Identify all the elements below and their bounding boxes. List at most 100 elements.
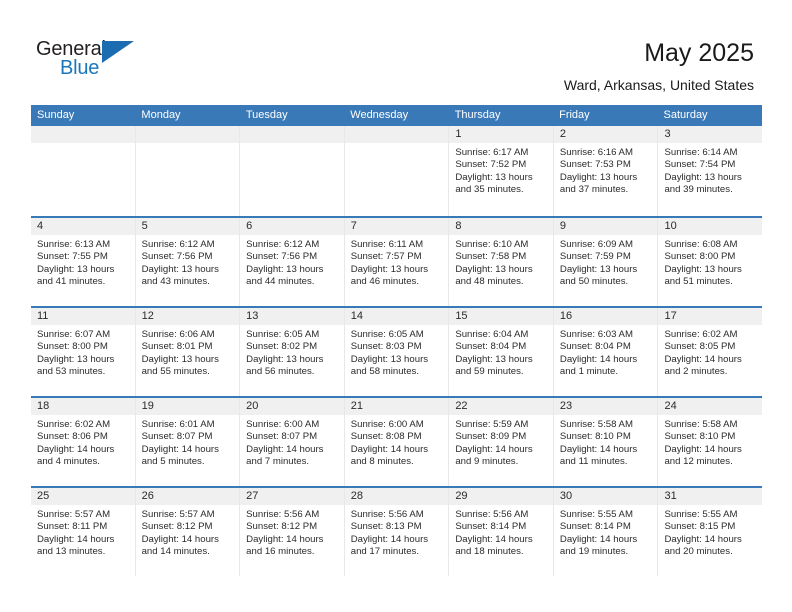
day-cell[interactable]: 19 Sunrise: 6:01 AM Sunset: 8:07 PM Dayligh… <box>135 398 241 486</box>
sunset-text: Sunset: 8:07 PM <box>246 431 318 443</box>
sunset-text: Sunset: 8:00 PM <box>37 341 108 353</box>
day-number: 3 <box>658 126 763 143</box>
day-details: Sunrise: 5:57 AM Sunset: 8:12 PM Daylight:… <box>136 505 240 558</box>
day-details: Sunrise: 6:00 AM Sunset: 8:08 PM Daylight:… <box>345 415 449 468</box>
triangle-icon <box>102 41 134 63</box>
day-cell[interactable]: 27 Sunrise: 5:56 AM Sunset: 8:12 PM Dayligh… <box>240 488 345 576</box>
day-cell[interactable]: 4 Sunrise: 6:13 AM Sunset: 7:55 PM Daylight… <box>31 218 136 306</box>
day-cell[interactable]: 28 Sunrise: 5:56 AM Sunset: 8:13 PM Dayligh… <box>344 488 450 576</box>
sunset-text: Sunset: 7:58 PM <box>455 251 527 263</box>
day-details: Sunrise: 6:05 AM Sunset: 8:02 PM Daylight:… <box>240 325 344 378</box>
day-details: Sunrise: 6:14 AM Sunset: 7:54 PM Daylight:… <box>658 143 762 196</box>
sunrise-text: Sunrise: 6:01 AM <box>141 419 215 430</box>
day-cell[interactable]: 31 Sunrise: 5:55 AM Sunset: 8:15 PM Dayligh… <box>658 488 763 576</box>
day-details: Sunrise: 6:12 AM Sunset: 7:56 PM Daylight:… <box>240 235 344 288</box>
daylight-text: Daylight: 14 hours and 20 minutes. <box>664 533 742 557</box>
sunrise-text: Sunrise: 5:55 AM <box>664 509 738 520</box>
sunset-text: Sunset: 8:02 PM <box>246 341 318 353</box>
day-cell[interactable]: 20 Sunrise: 6:00 AM Sunset: 8:07 PM Dayligh… <box>240 398 345 486</box>
sunrise-text: Sunrise: 5:58 AM <box>559 419 633 430</box>
sunrise-text: Sunrise: 6:13 AM <box>37 239 111 250</box>
day-cell[interactable]: 5 Sunrise: 6:12 AM Sunset: 7:56 PM Daylight… <box>135 218 241 306</box>
sunset-text: Sunset: 8:13 PM <box>350 521 422 533</box>
day-number <box>31 126 135 143</box>
day-details: Sunrise: 6:17 AM Sunset: 7:52 PM Daylight:… <box>449 143 553 196</box>
day-cell[interactable]: 6 Sunrise: 6:12 AM Sunset: 7:56 PM Daylight… <box>240 218 345 306</box>
daylight-text: Daylight: 14 hours and 16 minutes. <box>246 533 324 557</box>
sunset-text: Sunset: 8:09 PM <box>455 431 527 443</box>
day-cell[interactable]: 3 Sunrise: 6:14 AM Sunset: 7:54 PM Daylight… <box>658 126 763 216</box>
calendar-page: General Blue May 2025 Ward, Arkansas, Un… <box>0 0 792 612</box>
day-cell[interactable]: 30 Sunrise: 5:55 AM Sunset: 8:14 PM Dayligh… <box>553 488 659 576</box>
calendar-week-row: 25 Sunrise: 5:57 AM Sunset: 8:11 PM Dayligh… <box>31 486 763 576</box>
day-cell[interactable]: 22 Sunrise: 5:59 AM Sunset: 8:09 PM Dayligh… <box>449 398 554 486</box>
day-number: 17 <box>658 308 763 325</box>
sunset-text: Sunset: 8:10 PM <box>559 431 631 443</box>
day-number: 4 <box>31 218 135 235</box>
day-cell[interactable]: 17 Sunrise: 6:02 AM Sunset: 8:05 PM Dayligh… <box>658 308 763 396</box>
daylight-text: Daylight: 14 hours and 18 minutes. <box>455 533 533 557</box>
sunrise-text: Sunrise: 6:00 AM <box>350 419 424 430</box>
day-number: 22 <box>449 398 553 415</box>
sunset-text: Sunset: 8:06 PM <box>37 431 108 443</box>
sunset-text: Sunset: 8:03 PM <box>350 341 422 353</box>
day-cell[interactable]: 7 Sunrise: 6:11 AM Sunset: 7:57 PM Daylight… <box>344 218 450 306</box>
day-cell[interactable]: 16 Sunrise: 6:03 AM Sunset: 8:04 PM Dayligh… <box>553 308 659 396</box>
day-details: Sunrise: 5:58 AM Sunset: 8:10 PM Daylight:… <box>554 415 658 468</box>
day-cell[interactable]: 11 Sunrise: 6:07 AM Sunset: 8:00 PM Dayligh… <box>31 308 136 396</box>
day-cell[interactable]: 25 Sunrise: 5:57 AM Sunset: 8:11 PM Dayligh… <box>31 488 136 576</box>
day-cell[interactable]: 2 Sunrise: 6:16 AM Sunset: 7:53 PM Daylight… <box>553 126 659 216</box>
sunrise-text: Sunrise: 5:57 AM <box>141 509 215 520</box>
day-cell[interactable]: 13 Sunrise: 6:05 AM Sunset: 8:02 PM Dayligh… <box>240 308 345 396</box>
general-blue-logo[interactable]: General Blue <box>36 38 156 84</box>
day-details: Sunrise: 5:56 AM Sunset: 8:13 PM Daylight:… <box>345 505 449 558</box>
sunrise-text: Sunrise: 5:55 AM <box>559 509 633 520</box>
day-cell[interactable]: 18 Sunrise: 6:02 AM Sunset: 8:06 PM Dayligh… <box>31 398 136 486</box>
calendar-weeks: 1 Sunrise: 6:17 AM Sunset: 7:52 PM Daylight… <box>31 126 763 576</box>
day-cell[interactable]: 12 Sunrise: 6:06 AM Sunset: 8:01 PM Dayligh… <box>135 308 241 396</box>
daylight-text: Daylight: 13 hours and 37 minutes. <box>559 171 638 195</box>
day-cell[interactable]: 26 Sunrise: 5:57 AM Sunset: 8:12 PM Dayligh… <box>135 488 241 576</box>
day-number: 21 <box>344 398 449 415</box>
day-details: Sunrise: 5:55 AM Sunset: 8:15 PM Daylight:… <box>658 505 762 558</box>
day-details: Sunrise: 6:05 AM Sunset: 8:03 PM Daylight:… <box>345 325 449 378</box>
day-number: 8 <box>449 218 553 235</box>
day-cell-empty <box>31 126 136 216</box>
day-cell[interactable]: 21 Sunrise: 6:00 AM Sunset: 8:08 PM Dayligh… <box>344 398 450 486</box>
daylight-text: Daylight: 13 hours and 51 minutes. <box>664 263 742 287</box>
day-number: 13 <box>240 308 344 325</box>
day-cell[interactable]: 15 Sunrise: 6:04 AM Sunset: 8:04 PM Dayligh… <box>449 308 554 396</box>
daylight-text: Daylight: 14 hours and 11 minutes. <box>559 443 638 467</box>
sunset-text: Sunset: 7:59 PM <box>559 251 631 263</box>
day-cell[interactable]: 29 Sunrise: 5:56 AM Sunset: 8:14 PM Dayligh… <box>449 488 554 576</box>
sunset-text: Sunset: 7:57 PM <box>350 251 422 263</box>
day-number <box>135 126 240 143</box>
day-details: Sunrise: 6:10 AM Sunset: 7:58 PM Daylight:… <box>449 235 553 288</box>
day-details: Sunrise: 6:02 AM Sunset: 8:06 PM Daylight:… <box>31 415 135 468</box>
sunrise-text: Sunrise: 5:56 AM <box>246 509 320 520</box>
day-cell[interactable]: 24 Sunrise: 5:58 AM Sunset: 8:10 PM Dayligh… <box>658 398 763 486</box>
day-number: 12 <box>135 308 240 325</box>
day-number: 19 <box>135 398 240 415</box>
day-cell[interactable]: 23 Sunrise: 5:58 AM Sunset: 8:10 PM Dayligh… <box>553 398 659 486</box>
day-number: 30 <box>553 488 658 505</box>
day-cell[interactable]: 14 Sunrise: 6:05 AM Sunset: 8:03 PM Dayligh… <box>344 308 450 396</box>
day-number: 20 <box>240 398 344 415</box>
logo-text-blue: Blue <box>60 57 100 79</box>
day-cell-empty <box>344 126 450 216</box>
sunrise-text: Sunrise: 5:56 AM <box>350 509 424 520</box>
sunset-text: Sunset: 8:05 PM <box>664 341 736 353</box>
day-cell[interactable]: 1 Sunrise: 6:17 AM Sunset: 7:52 PM Daylight… <box>449 126 554 216</box>
day-cell-empty <box>240 126 345 216</box>
day-cell[interactable]: 8 Sunrise: 6:10 AM Sunset: 7:58 PM Daylight… <box>449 218 554 306</box>
sunset-text: Sunset: 8:15 PM <box>664 521 736 533</box>
day-cell[interactable]: 9 Sunrise: 6:09 AM Sunset: 7:59 PM Daylight… <box>553 218 659 306</box>
location-subtitle: Ward, Arkansas, United States <box>563 77 754 93</box>
day-details: Sunrise: 5:56 AM Sunset: 8:14 PM Daylight:… <box>449 505 553 558</box>
calendar-week-row: 1 Sunrise: 6:17 AM Sunset: 7:52 PM Daylight… <box>31 126 763 216</box>
day-number <box>240 126 344 143</box>
weekday-header-row: Sunday Monday Tuesday Wednesday Thursday Frid… <box>31 105 762 126</box>
page-title: May 2025 <box>644 39 754 67</box>
sunset-text: Sunset: 8:14 PM <box>455 521 527 533</box>
day-cell[interactable]: 10 Sunrise: 6:08 AM Sunset: 8:00 PM Dayligh… <box>658 218 763 306</box>
